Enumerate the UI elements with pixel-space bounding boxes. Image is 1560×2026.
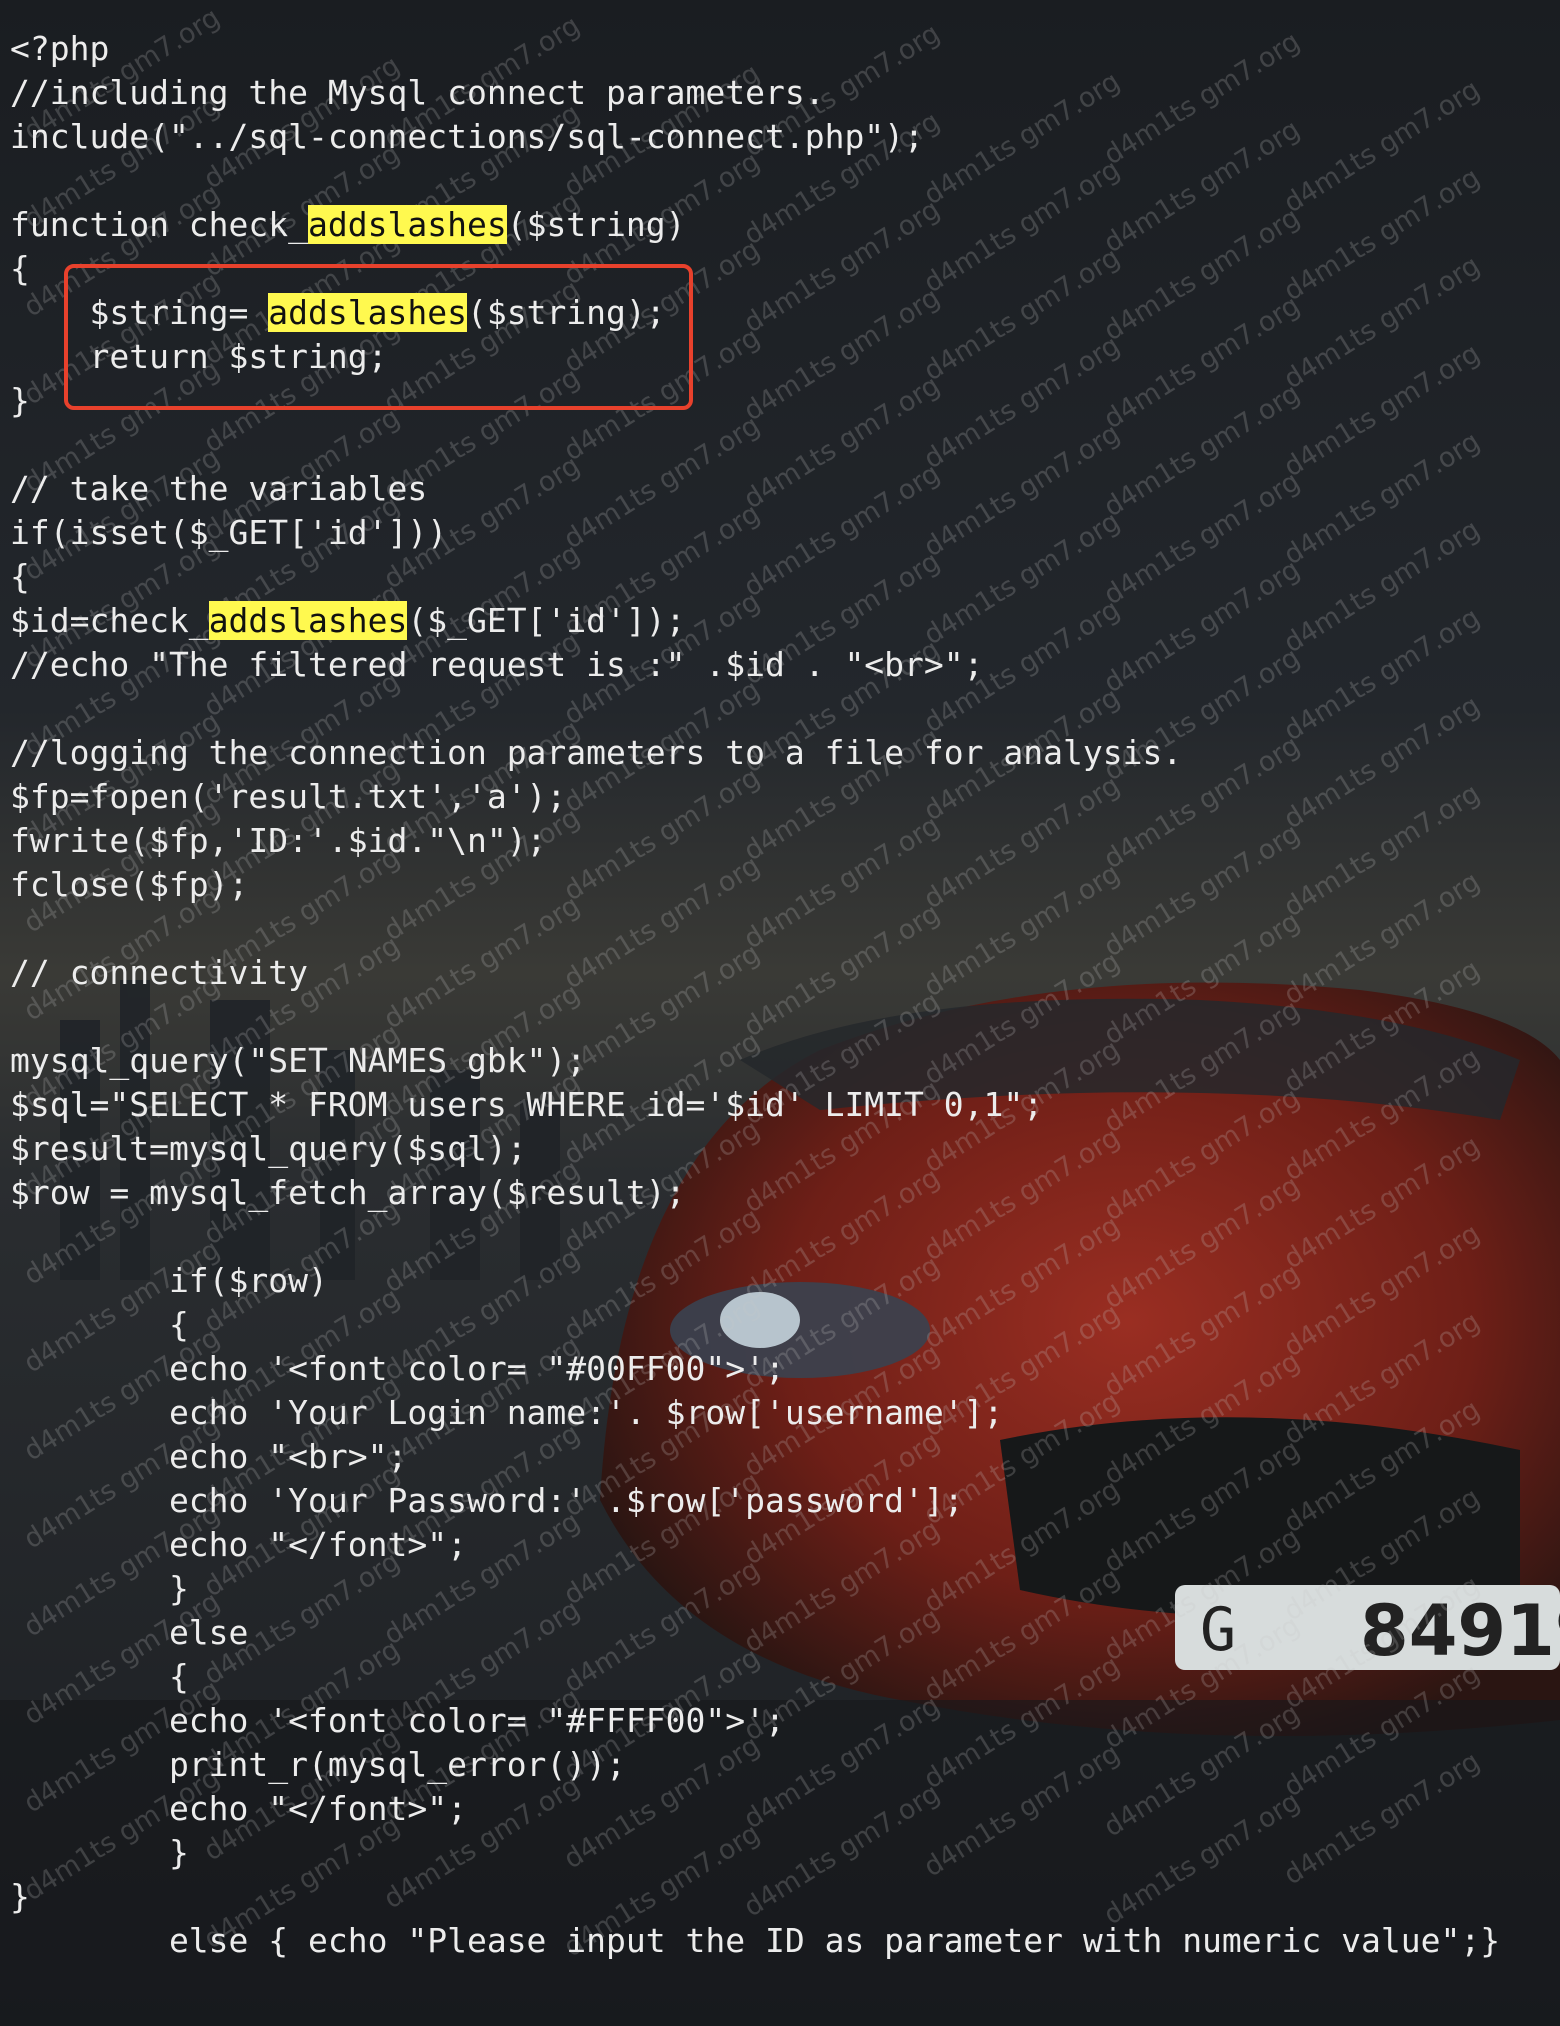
code-line: include("../sql-connections/sql-connect.… <box>10 115 1500 159</box>
code-line: //echo "The filtered request is :" .$id … <box>10 643 1500 687</box>
code-line: $result=mysql_query($sql); <box>10 1127 1500 1171</box>
code-line: { <box>10 1303 1500 1347</box>
code-text: } <box>10 1833 189 1872</box>
code-line: $fp=fopen('result.txt','a'); <box>10 775 1500 819</box>
code-line: //including the Mysql connect parameters… <box>10 71 1500 115</box>
code-text: $fp=fopen('result.txt','a'); <box>10 777 567 816</box>
code-text: //echo "The filtered request is :" .$id … <box>10 645 984 684</box>
code-line: { <box>10 555 1500 599</box>
code-line: echo "</font>"; <box>10 1787 1500 1831</box>
code-line: fclose($fp); <box>10 863 1500 907</box>
highlight-annotation-box <box>64 264 693 410</box>
code-line: if($row) <box>10 1259 1500 1303</box>
code-text: echo '<font color= "#00FF00">'; <box>10 1349 785 1388</box>
code-line: else <box>10 1611 1500 1655</box>
highlighted-keyword: addslashes <box>208 601 408 640</box>
code-text: include("../sql-connections/sql-connect.… <box>10 117 924 156</box>
code-line: $row = mysql_fetch_array($result); <box>10 1171 1500 1215</box>
code-line: echo 'Your Login name:'. $row['username'… <box>10 1391 1500 1435</box>
code-text: echo 'Your Password:' .$row['password']; <box>10 1481 964 1520</box>
code-line: } <box>10 1875 1500 1919</box>
code-text: { <box>10 1305 189 1344</box>
code-text: //including the Mysql connect parameters… <box>10 73 825 112</box>
code-text: if($row) <box>10 1261 328 1300</box>
code-line: echo '<font color= "#FFFF00">'; <box>10 1699 1500 1743</box>
code-line: <?php <box>10 27 1500 71</box>
code-text: { <box>10 1657 189 1696</box>
code-text: } <box>10 1569 189 1608</box>
code-line: echo "</font>"; <box>10 1523 1500 1567</box>
code-line: { <box>10 1655 1500 1699</box>
code-line: mysql_query("SET NAMES gbk"); <box>10 1039 1500 1083</box>
code-text: fwrite($fp,'ID:'.$id."\n"); <box>10 821 547 860</box>
code-line: echo "<br>"; <box>10 1435 1500 1479</box>
code-line: function check_addslashes($string) <box>10 203 1500 247</box>
code-text: else { echo "Please input the ID as para… <box>10 1921 1501 1960</box>
code-text: echo "</font>"; <box>10 1789 467 1828</box>
code-line: // connectivity <box>10 951 1500 995</box>
code-text: { <box>10 249 30 288</box>
code-line: } <box>10 1567 1500 1611</box>
code-line: fwrite($fp,'ID:'.$id."\n"); <box>10 819 1500 863</box>
code-text: // connectivity <box>10 953 309 992</box>
code-text: echo '<font color= "#FFFF00">'; <box>10 1701 785 1740</box>
code-text: $sql="SELECT * FROM users WHERE id='$id'… <box>10 1085 1044 1124</box>
code-text: echo 'Your Login name:'. $row['username'… <box>10 1393 1004 1432</box>
code-text: $row = mysql_fetch_array($result); <box>10 1173 686 1212</box>
code-line: echo '<font color= "#00FF00">'; <box>10 1347 1500 1391</box>
code-text: fclose($fp); <box>10 865 249 904</box>
code-text: mysql_query("SET NAMES gbk"); <box>10 1041 587 1080</box>
code-text: function check_ <box>10 205 309 244</box>
code-text: //logging the connection parameters to a… <box>10 733 1183 772</box>
code-line: } <box>10 1831 1500 1875</box>
code-line: $id=check_addslashes($_GET['id']); <box>10 599 1500 643</box>
code-text: echo "</font>"; <box>10 1525 467 1564</box>
code-text: <?php <box>10 29 110 68</box>
code-text: } <box>10 381 30 420</box>
code-text: { <box>10 557 30 596</box>
code-text: $result=mysql_query($sql); <box>10 1129 527 1168</box>
highlighted-keyword: addslashes <box>308 205 507 244</box>
code-text: ($string) <box>506 205 686 244</box>
code-text: } <box>10 1877 30 1916</box>
code-line: if(isset($_GET['id'])) <box>10 511 1500 555</box>
code-text: else <box>10 1613 249 1652</box>
code-line: echo 'Your Password:' .$row['password']; <box>10 1479 1500 1523</box>
code-text: print_r(mysql_error()); <box>10 1745 626 1784</box>
code-text: ($_GET['id']); <box>407 601 686 640</box>
code-line: else { echo "Please input the ID as para… <box>10 1919 1500 1963</box>
code-text: if(isset($_GET['id'])) <box>10 513 448 552</box>
code-text: // take the variables <box>10 469 428 508</box>
code-line: //logging the connection parameters to a… <box>10 731 1500 775</box>
code-text: $id=check_ <box>10 601 209 640</box>
code-line: print_r(mysql_error()); <box>10 1743 1500 1787</box>
code-line: // take the variables <box>10 467 1500 511</box>
code-text: echo "<br>"; <box>10 1437 408 1476</box>
code-line: $sql="SELECT * FROM users WHERE id='$id'… <box>10 1083 1500 1127</box>
